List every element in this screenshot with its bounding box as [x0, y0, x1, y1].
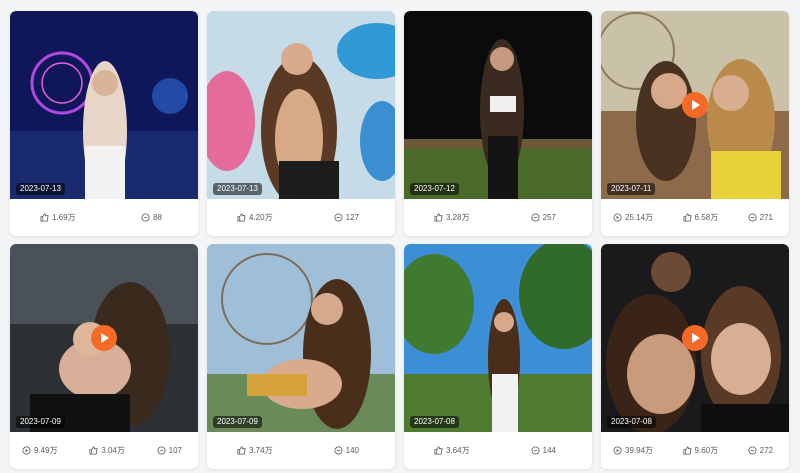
post-thumbnail[interactable]: 2023-07-08	[601, 244, 789, 432]
comments-stat: 107	[157, 446, 182, 455]
likes-stat: 4.20万	[237, 212, 273, 223]
likes-count: 1.69万	[52, 213, 76, 222]
post-stats: 3.28万 257	[404, 199, 592, 236]
post-stats: 3.64万 144	[404, 432, 592, 469]
plays-count: 25.14万	[625, 213, 654, 222]
thumbs-up-icon	[237, 446, 246, 455]
plays-stat: 25.14万	[613, 212, 653, 223]
comments-count: 257	[542, 213, 556, 222]
post-card[interactable]: 2023-07-09 3.74万 140	[207, 244, 395, 469]
comment-icon	[748, 213, 757, 222]
likes-count: 9.60万	[694, 446, 719, 455]
comment-icon	[141, 213, 150, 222]
post-stats: 3.74万 140	[207, 432, 395, 469]
post-thumbnail[interactable]: 2023-07-11	[601, 11, 789, 199]
comments-count: 107	[168, 446, 182, 455]
thumbs-up-icon	[89, 446, 98, 455]
post-card[interactable]: 2023-07-13 4.20万 127	[207, 11, 395, 236]
comments-stat: 144	[531, 446, 556, 455]
post-date: 2023-07-13	[16, 183, 65, 195]
likes-stat: 3.04万	[89, 445, 125, 456]
post-image	[207, 11, 395, 199]
post-card[interactable]: 2023-07-11 25.14万 6.58万 271	[601, 11, 789, 236]
likes-count: 3.74万	[249, 446, 273, 455]
play-count-icon	[22, 446, 31, 455]
comments-count: 140	[345, 446, 359, 455]
post-card[interactable]: 2023-07-13 1.69万 88	[10, 11, 198, 236]
play-circle-icon[interactable]	[682, 325, 708, 351]
comment-icon	[334, 213, 343, 222]
comment-icon	[157, 446, 166, 455]
plays-stat: 9.49万	[22, 445, 58, 456]
play-count-icon	[613, 446, 622, 455]
likes-stat: 3.74万	[237, 445, 273, 456]
likes-stat: 6.58万	[683, 212, 719, 223]
comments-count: 127	[345, 213, 359, 222]
post-date: 2023-07-09	[16, 416, 65, 428]
post-stats: 25.14万 6.58万 271	[601, 199, 789, 236]
post-stats: 9.49万 3.04万 107	[10, 432, 198, 469]
post-date: 2023-07-13	[213, 183, 262, 195]
likes-count: 4.20万	[249, 213, 273, 222]
comments-stat: 140	[334, 446, 359, 455]
post-thumbnail[interactable]: 2023-07-12	[404, 11, 592, 199]
likes-stat: 9.60万	[683, 445, 719, 456]
likes-count: 3.64万	[446, 446, 470, 455]
likes-count: 3.28万	[446, 213, 470, 222]
post-card[interactable]: 2023-07-08 3.64万 144	[404, 244, 592, 469]
comments-count: 271	[759, 213, 773, 222]
post-image	[404, 11, 592, 199]
likes-count: 6.58万	[694, 213, 719, 222]
thumbs-up-icon	[434, 213, 443, 222]
post-thumbnail[interactable]: 2023-07-08	[404, 244, 592, 432]
post-thumbnail[interactable]: 2023-07-13	[207, 11, 395, 199]
play-circle-icon[interactable]	[682, 92, 708, 118]
comment-icon	[748, 446, 757, 455]
thumbs-up-icon	[434, 446, 443, 455]
likes-stat: 1.69万	[40, 212, 76, 223]
post-image	[404, 244, 592, 432]
post-stats: 39.94万 9.60万 272	[601, 432, 789, 469]
likes-count: 3.04万	[101, 446, 125, 455]
comments-stat: 257	[531, 213, 556, 222]
comments-count: 272	[759, 446, 773, 455]
plays-count: 39.94万	[625, 446, 654, 455]
post-stats: 1.69万 88	[10, 199, 198, 236]
play-count-icon	[613, 213, 622, 222]
post-date: 2023-07-09	[213, 416, 262, 428]
post-thumbnail[interactable]: 2023-07-09	[207, 244, 395, 432]
comments-count: 144	[542, 446, 556, 455]
comment-icon	[334, 446, 343, 455]
thumbs-up-icon	[683, 213, 692, 222]
likes-stat: 3.28万	[434, 212, 470, 223]
post-card[interactable]: 2023-07-08 39.94万 9.60万 272	[601, 244, 789, 469]
likes-stat: 3.64万	[434, 445, 470, 456]
post-date: 2023-07-08	[607, 416, 656, 428]
comments-count: 88	[153, 213, 162, 222]
plays-stat: 39.94万	[613, 445, 653, 456]
comments-stat: 271	[748, 213, 773, 222]
comments-stat: 272	[748, 446, 773, 455]
post-date: 2023-07-12	[410, 183, 459, 195]
comments-stat: 127	[334, 213, 359, 222]
plays-count: 9.49万	[34, 446, 58, 455]
post-thumbnail[interactable]: 2023-07-13	[10, 11, 198, 199]
play-circle-icon[interactable]	[91, 325, 117, 351]
post-stats: 4.20万 127	[207, 199, 395, 236]
post-date: 2023-07-08	[410, 416, 459, 428]
comment-icon	[531, 446, 540, 455]
comments-stat: 88	[141, 213, 162, 222]
comment-icon	[531, 213, 540, 222]
post-image	[207, 244, 395, 432]
thumbs-up-icon	[237, 213, 246, 222]
post-date: 2023-07-11	[607, 183, 656, 195]
post-grid: 2023-07-13 1.69万 88 2023-07-13 4.20万 127…	[10, 11, 790, 471]
thumbs-up-icon	[683, 446, 692, 455]
post-card[interactable]: 2023-07-12 3.28万 257	[404, 11, 592, 236]
post-image	[10, 11, 198, 199]
thumbs-up-icon	[40, 213, 49, 222]
post-thumbnail[interactable]: 2023-07-09	[10, 244, 198, 432]
post-card[interactable]: 2023-07-09 9.49万 3.04万 107	[10, 244, 198, 469]
